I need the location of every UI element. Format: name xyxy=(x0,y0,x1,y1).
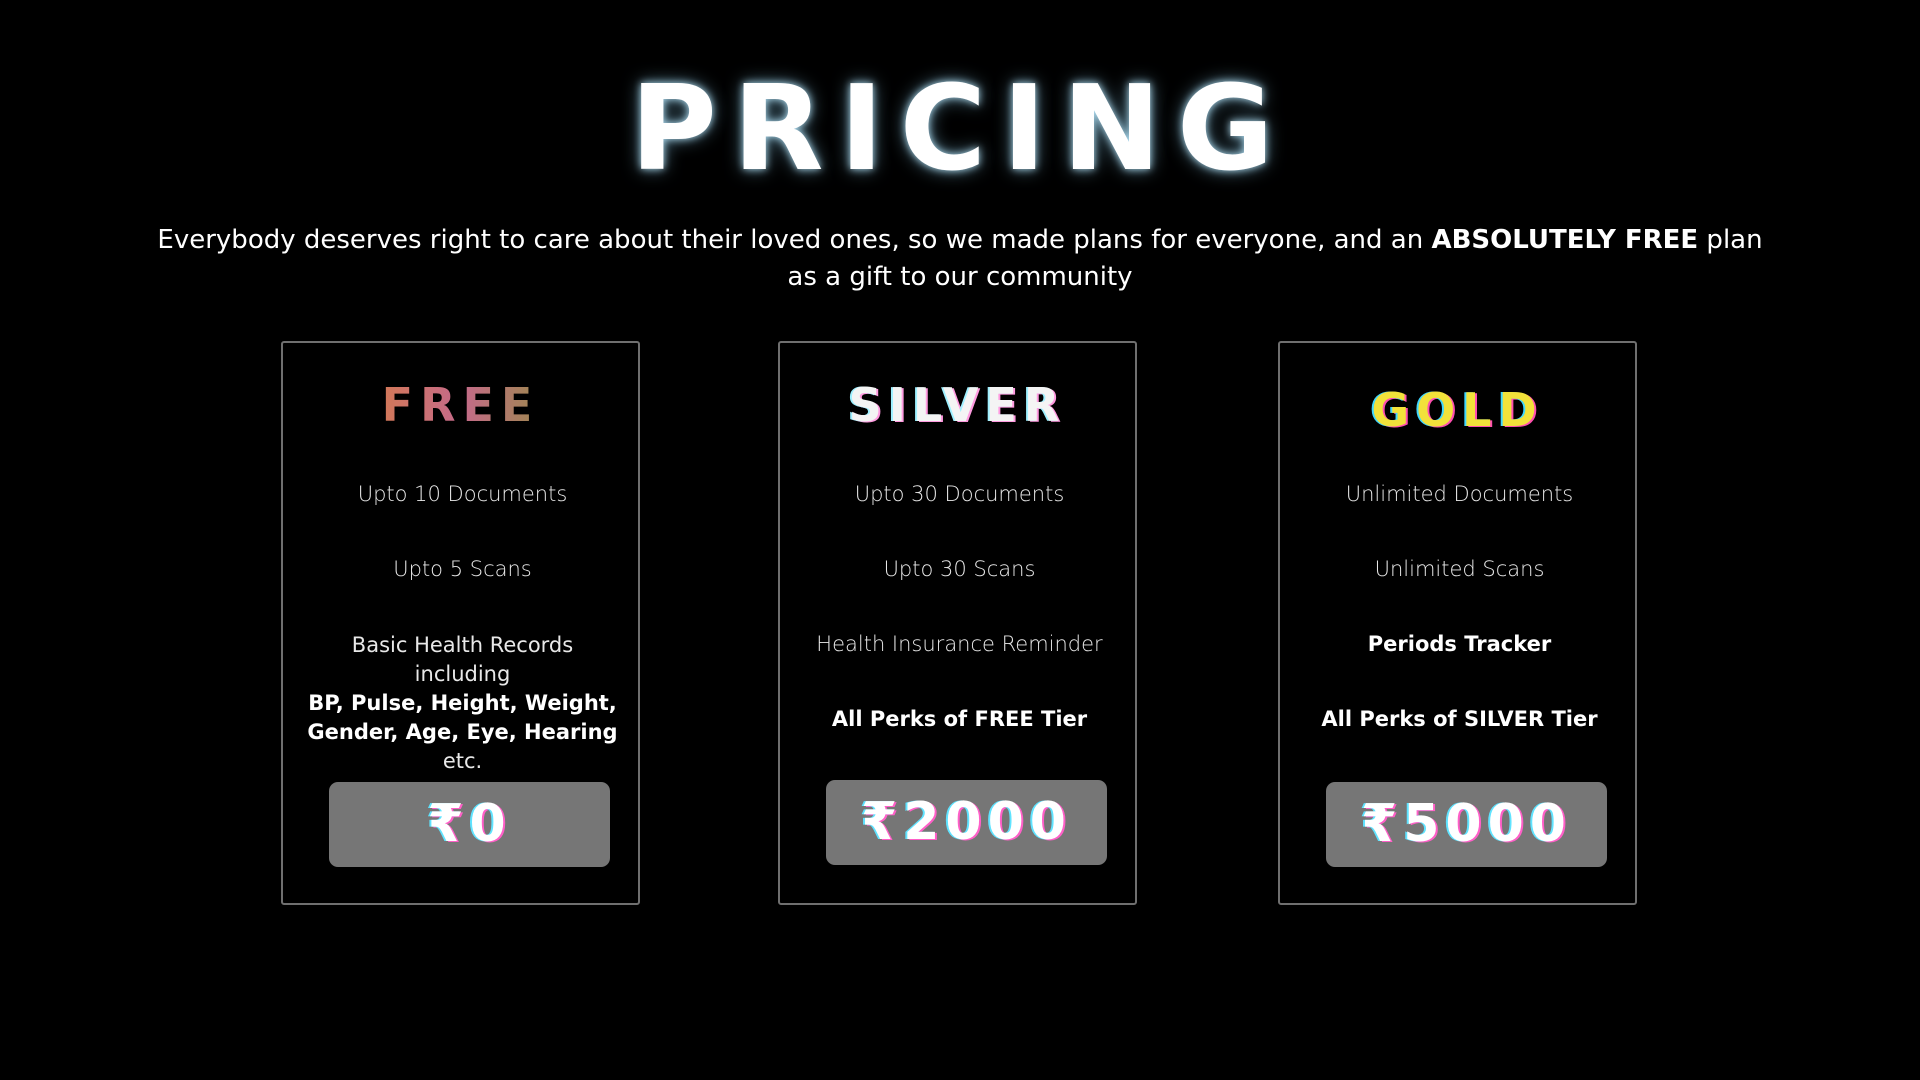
health-records-list: BP, Pulse, Height, Weight, Gender, Age, … xyxy=(307,691,618,744)
plan-feature: Upto 30 Scans xyxy=(883,557,1036,581)
health-records-intro: Basic Health Records including xyxy=(351,633,574,686)
price-button-gold[interactable]: ₹5000 xyxy=(1326,782,1607,867)
price-button-free[interactable]: ₹0 xyxy=(329,782,610,867)
plan-feature: Unlimited Documents xyxy=(1345,482,1574,506)
plan-feature-periods-tracker: Periods Tracker xyxy=(1367,632,1552,656)
plan-feature: Upto 30 Documents xyxy=(854,482,1065,506)
plan-name-free: FREE xyxy=(283,377,638,433)
subtitle-text: Everybody deserves right to care about t… xyxy=(157,225,1432,255)
page-title: PRICING xyxy=(630,59,1290,197)
plan-name-gold: GOLD xyxy=(1371,383,1544,437)
page-subtitle: Everybody deserves right to care about t… xyxy=(150,222,1770,296)
plan-card-free: FREE Upto 10 Documents Upto 5 Scans Basi… xyxy=(281,341,640,905)
health-records-tail: etc. xyxy=(442,749,483,773)
plan-feature-perks: All Perks of FREE Tier xyxy=(831,707,1088,731)
plan-feature: Unlimited Scans xyxy=(1374,557,1545,581)
plan-feature: Upto 10 Documents xyxy=(357,482,568,506)
plan-feature-health-records: Basic Health Records including BP, Pulse… xyxy=(303,631,622,776)
plan-card-silver: SILVER Upto 30 Documents Upto 30 Scans H… xyxy=(778,341,1137,905)
plan-feature: Upto 5 Scans xyxy=(393,557,532,581)
plan-feature: Health Insurance Reminder xyxy=(816,632,1103,656)
plan-card-gold: GOLD Unlimited Documents Unlimited Scans… xyxy=(1278,341,1637,905)
subtitle-emphasis: ABSOLUTELY FREE xyxy=(1431,225,1699,255)
price-button-silver[interactable]: ₹2000 xyxy=(826,780,1107,865)
plan-feature-perks: All Perks of SILVER Tier xyxy=(1321,707,1598,731)
plan-name-silver: SILVER xyxy=(848,378,1067,432)
